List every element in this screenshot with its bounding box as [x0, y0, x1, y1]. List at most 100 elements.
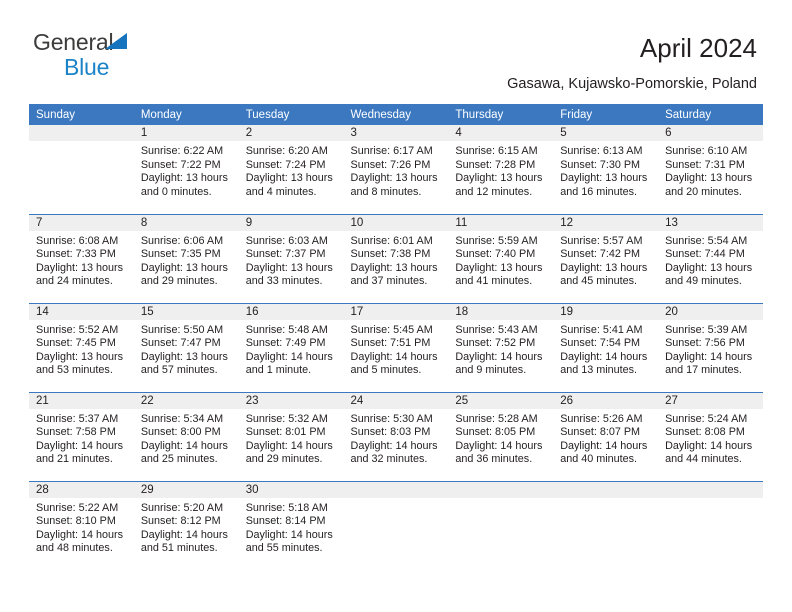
- calendar-day-cell[interactable]: 23 Sunrise: 5:32 AM Sunset: 8:01 PM Dayli…: [238, 391, 344, 481]
- day-details: Sunrise: 5:30 AM Sunset: 8:03 PM Dayligh…: [350, 412, 438, 466]
- day-details: Sunrise: 5:59 AM Sunset: 7:40 PM Dayligh…: [455, 234, 543, 288]
- day-details: Sunrise: 6:01 AM Sunset: 7:38 PM Dayligh…: [350, 234, 438, 288]
- day-number: 19: [553, 303, 659, 320]
- calendar-header-row: Sunday Monday Tuesday Wednesday Thursday…: [29, 104, 763, 125]
- page-title: April 2024: [639, 33, 757, 63]
- calendar-day-cell[interactable]: 16 Sunrise: 5:48 AM Sunset: 7:49 PM Dayli…: [238, 302, 344, 392]
- day-number: [343, 481, 449, 498]
- calendar-day-cell[interactable]: 4 Sunrise: 6:15 AM Sunset: 7:28 PM Daylig…: [448, 125, 554, 214]
- calendar-day-cell[interactable]: 8 Sunrise: 6:06 AM Sunset: 7:35 PM Daylig…: [133, 213, 239, 303]
- calendar-day-cell[interactable]: 2 Sunrise: 6:20 AM Sunset: 7:24 PM Daylig…: [238, 125, 344, 214]
- day-details: Sunrise: 6:10 AM Sunset: 7:31 PM Dayligh…: [665, 145, 753, 198]
- calendar-day-cell[interactable]: 3 Sunrise: 6:17 AM Sunset: 7:26 PM Daylig…: [343, 125, 449, 214]
- calendar-day-cell[interactable]: 5 Sunrise: 6:13 AM Sunset: 7:30 PM Daylig…: [553, 125, 659, 214]
- weekday-header-saturday: Saturday: [658, 104, 763, 125]
- day-number: [658, 481, 763, 498]
- calendar-day-cell[interactable]: 20 Sunrise: 5:39 AM Sunset: 7:56 PM Dayli…: [658, 302, 763, 392]
- calendar-day-cell[interactable]: 9 Sunrise: 6:03 AM Sunset: 7:37 PM Daylig…: [238, 213, 344, 303]
- calendar-day-cell[interactable]: 22 Sunrise: 5:34 AM Sunset: 8:00 PM Dayli…: [133, 391, 239, 481]
- triangle-icon: [105, 33, 127, 49]
- day-details: Sunrise: 5:26 AM Sunset: 8:07 PM Dayligh…: [560, 412, 648, 466]
- calendar-day-cell[interactable]: 13 Sunrise: 5:54 AM Sunset: 7:44 PM Dayli…: [658, 213, 763, 303]
- day-number: 23: [238, 392, 344, 409]
- day-details: Sunrise: 6:20 AM Sunset: 7:24 PM Dayligh…: [245, 145, 333, 198]
- day-number: 21: [29, 392, 134, 409]
- calendar-day-cell[interactable]: 10 Sunrise: 6:01 AM Sunset: 7:38 PM Dayli…: [343, 213, 449, 303]
- day-number: 15: [133, 303, 239, 320]
- day-number: 20: [658, 303, 763, 320]
- weekday-header-tuesday: Tuesday: [238, 104, 344, 125]
- calendar-day-cell[interactable]: 6 Sunrise: 6:10 AM Sunset: 7:31 PM Daylig…: [658, 125, 763, 214]
- calendar-day-cell[interactable]: 28 Sunrise: 5:22 AM Sunset: 8:10 PM Dayli…: [29, 480, 134, 570]
- calendar-day-cell[interactable]: 11 Sunrise: 5:59 AM Sunset: 7:40 PM Dayli…: [448, 213, 554, 303]
- day-number: 30: [238, 481, 344, 498]
- day-number: 7: [29, 214, 134, 231]
- page-header: General Blue April 2024 Gasawa, Kujawsko…: [0, 0, 792, 93]
- calendar-day-cell[interactable]: 14 Sunrise: 5:52 AM Sunset: 7:45 PM Dayli…: [29, 302, 134, 392]
- logo-word-general: General: [33, 29, 114, 55]
- day-details: Sunrise: 5:45 AM Sunset: 7:51 PM Dayligh…: [350, 323, 438, 377]
- calendar-day-cell[interactable]: 1 Sunrise: 6:22 AM Sunset: 7:22 PM Daylig…: [133, 125, 239, 214]
- day-details: Sunrise: 5:54 AM Sunset: 7:44 PM Dayligh…: [665, 234, 753, 288]
- day-number: 10: [343, 214, 449, 231]
- day-details: Sunrise: 5:43 AM Sunset: 7:52 PM Dayligh…: [455, 323, 543, 377]
- day-number: 18: [448, 303, 554, 320]
- logo-word-blue: Blue: [64, 54, 110, 80]
- calendar-day-cell[interactable]: [448, 480, 554, 570]
- day-number: [448, 481, 554, 498]
- calendar-day-cell[interactable]: 7 Sunrise: 6:08 AM Sunset: 7:33 PM Daylig…: [29, 213, 134, 303]
- calendar-day-cell[interactable]: [343, 480, 449, 570]
- day-number: 28: [29, 481, 134, 498]
- calendar-day-cell[interactable]: 18 Sunrise: 5:43 AM Sunset: 7:52 PM Dayli…: [448, 302, 554, 392]
- day-details: [29, 141, 134, 145]
- calendar-day-cell[interactable]: 12 Sunrise: 5:57 AM Sunset: 7:42 PM Dayli…: [553, 213, 659, 303]
- day-number: 13: [658, 214, 763, 231]
- calendar-day-cell[interactable]: [553, 480, 659, 570]
- calendar-page: General Blue April 2024 Gasawa, Kujawsko…: [0, 0, 792, 612]
- calendar-day-cell[interactable]: [29, 125, 134, 214]
- calendar-week-row: 21 Sunrise: 5:37 AM Sunset: 7:58 PM Dayli…: [29, 391, 763, 481]
- calendar-day-cell[interactable]: 25 Sunrise: 5:28 AM Sunset: 8:05 PM Dayli…: [448, 391, 554, 481]
- day-details: [448, 498, 553, 502]
- day-details: [553, 498, 658, 502]
- calendar-day-cell[interactable]: 21 Sunrise: 5:37 AM Sunset: 7:58 PM Dayli…: [29, 391, 134, 481]
- day-details: [344, 498, 449, 502]
- day-details: Sunrise: 6:22 AM Sunset: 7:22 PM Dayligh…: [140, 145, 228, 198]
- day-number: 25: [448, 392, 554, 409]
- day-details: Sunrise: 5:18 AM Sunset: 8:14 PM Dayligh…: [245, 501, 333, 555]
- calendar-day-cell[interactable]: [658, 480, 763, 570]
- calendar-day-cell[interactable]: 17 Sunrise: 5:45 AM Sunset: 7:51 PM Dayli…: [343, 302, 449, 392]
- day-number: 6: [658, 125, 763, 141]
- weekday-header-friday: Friday: [553, 104, 659, 125]
- day-details: Sunrise: 5:41 AM Sunset: 7:54 PM Dayligh…: [560, 323, 648, 377]
- calendar-body: 1 Sunrise: 6:22 AM Sunset: 7:22 PM Daylig…: [29, 125, 763, 570]
- logo-text-top: General: [33, 31, 213, 55]
- day-number: 2: [238, 125, 344, 141]
- day-number: 16: [238, 303, 344, 320]
- day-details: Sunrise: 5:37 AM Sunset: 7:58 PM Dayligh…: [36, 412, 124, 466]
- day-details: Sunrise: 6:17 AM Sunset: 7:26 PM Dayligh…: [350, 145, 438, 198]
- day-details: Sunrise: 5:28 AM Sunset: 8:05 PM Dayligh…: [455, 412, 543, 466]
- day-number: 17: [343, 303, 449, 320]
- calendar-week-row: 28 Sunrise: 5:22 AM Sunset: 8:10 PM Dayli…: [29, 480, 763, 570]
- calendar-week-row: 7 Sunrise: 6:08 AM Sunset: 7:33 PM Daylig…: [29, 213, 763, 303]
- day-number: 11: [448, 214, 554, 231]
- day-details: Sunrise: 5:52 AM Sunset: 7:45 PM Dayligh…: [36, 323, 124, 377]
- calendar-day-cell[interactable]: 24 Sunrise: 5:30 AM Sunset: 8:03 PM Dayli…: [343, 391, 449, 481]
- calendar-day-cell[interactable]: 30 Sunrise: 5:18 AM Sunset: 8:14 PM Dayli…: [238, 480, 344, 570]
- day-details: Sunrise: 5:32 AM Sunset: 8:01 PM Dayligh…: [245, 412, 333, 466]
- day-details: Sunrise: 5:48 AM Sunset: 7:49 PM Dayligh…: [245, 323, 333, 377]
- calendar-day-cell[interactable]: 29 Sunrise: 5:20 AM Sunset: 8:12 PM Dayli…: [133, 480, 239, 570]
- day-number: 8: [133, 214, 239, 231]
- calendar-table: Sunday Monday Tuesday Wednesday Thursday…: [29, 104, 763, 570]
- day-number: 22: [133, 392, 239, 409]
- day-number: 29: [133, 481, 239, 498]
- calendar-day-cell[interactable]: 27 Sunrise: 5:24 AM Sunset: 8:08 PM Dayli…: [658, 391, 763, 481]
- calendar-day-cell[interactable]: 26 Sunrise: 5:26 AM Sunset: 8:07 PM Dayli…: [553, 391, 659, 481]
- weekday-header-monday: Monday: [133, 104, 239, 125]
- general-blue-logo: General Blue: [33, 31, 213, 79]
- weekday-header-wednesday: Wednesday: [343, 104, 449, 125]
- day-details: Sunrise: 5:24 AM Sunset: 8:08 PM Dayligh…: [665, 412, 753, 466]
- calendar-day-cell[interactable]: 15 Sunrise: 5:50 AM Sunset: 7:47 PM Dayli…: [133, 302, 239, 392]
- calendar-day-cell[interactable]: 19 Sunrise: 5:41 AM Sunset: 7:54 PM Dayli…: [553, 302, 659, 392]
